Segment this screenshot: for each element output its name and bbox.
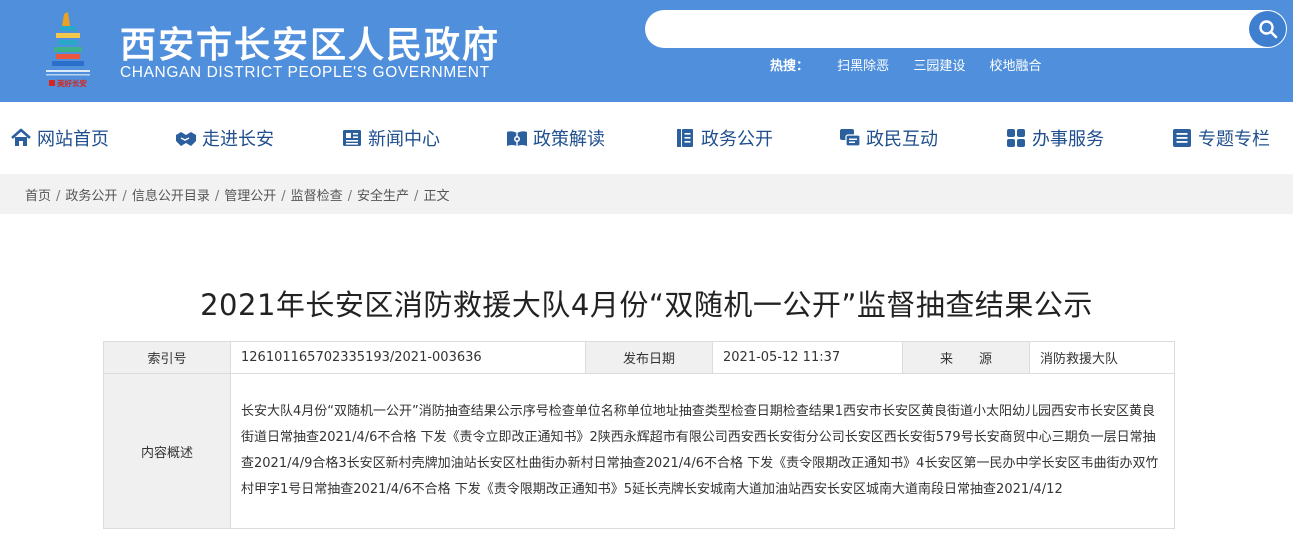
nav-label-about: 走进长安 [202, 129, 274, 150]
index-value: 126101165702335193/2021-003636 [230, 341, 586, 374]
search-input[interactable] [665, 10, 1225, 48]
search-button[interactable] [1249, 11, 1286, 47]
nav-item-about[interactable]: 走进长安 [175, 126, 274, 150]
document-icon [677, 129, 693, 147]
nav-label-policy: 政策解读 [533, 129, 605, 150]
nav-label-home: 网站首页 [37, 129, 109, 150]
breadcrumb-separator: / [414, 189, 419, 204]
home-icon [11, 128, 31, 146]
nav-item-topics[interactable]: 专题专栏 [1171, 126, 1270, 150]
source-label: 来 源 [902, 341, 1030, 374]
hot-link-2[interactable]: 三园建设 [913, 55, 965, 74]
search-box [645, 10, 1287, 48]
main-nav: 网站首页 走进长安 新闻中心 政策解读 政务公开 政民互动 办事服务 专题专栏 [0, 102, 1293, 174]
article-title: 2021年长安区消防救援大队4月份“双随机一公开”监督抽查结果公示 [200, 288, 1093, 322]
nav-item-news[interactable]: 新闻中心 [341, 126, 440, 150]
date-value: 2021-05-12 11:37 [712, 341, 903, 374]
article-info-table: 索引号 126101165702335193/2021-003636 发布日期 … [103, 341, 1175, 529]
source-value: 消防救援大队 [1029, 341, 1175, 374]
nav-label-topics: 专题专栏 [1198, 129, 1270, 150]
summary-label: 内容概述 [103, 373, 231, 529]
breadcrumb-bar: 首页 / 政务公开 / 信息公开目录 / 管理公开 / 监督检查 / 安全生产 / 正文 [0, 174, 1293, 214]
breadcrumb-separator: / [56, 189, 61, 204]
breadcrumb-affairs[interactable]: 政务公开 [65, 185, 117, 204]
breadcrumb-supervision[interactable]: 监督检查 [291, 185, 343, 204]
index-label: 索引号 [103, 341, 231, 374]
nav-item-services[interactable]: 办事服务 [1005, 126, 1104, 150]
hot-link-3[interactable]: 校地融合 [989, 55, 1041, 74]
nav-item-home[interactable]: 网站首页 [10, 126, 109, 150]
nav-label-interaction: 政民互动 [866, 129, 938, 150]
breadcrumb-home[interactable]: 首页 [25, 185, 51, 204]
handshake-icon [176, 132, 196, 146]
breadcrumb: 首页 / 政务公开 / 信息公开目录 / 管理公开 / 监督检查 / 安全生产 / 正文 [25, 185, 449, 204]
hot-search-row: 热搜： 扫黑除恶 三园建设 校地融合 [770, 55, 1061, 74]
nav-label-affairs: 政务公开 [701, 129, 773, 150]
table-row: 索引号 126101165702335193/2021-003636 发布日期 … [103, 341, 1175, 374]
site-title: 西安市长安区人民政府 [120, 24, 501, 66]
breadcrumb-separator: / [347, 189, 353, 204]
breadcrumb-management[interactable]: 管理公开 [224, 185, 276, 204]
hot-link-1[interactable]: 扫黑除恶 [837, 55, 889, 74]
search-icon [1258, 20, 1277, 39]
hot-search-label: 热搜： [770, 59, 810, 74]
grid-icon [1007, 129, 1025, 147]
nav-item-interaction[interactable]: 政民互动 [839, 126, 938, 150]
date-label: 发布日期 [585, 341, 713, 374]
book-icon [507, 131, 527, 146]
nav-item-policy[interactable]: 政策解读 [506, 126, 605, 150]
breadcrumb-safety[interactable]: 安全生产 [357, 185, 409, 204]
district-logo-icon[interactable]: 美好长安 [40, 12, 96, 88]
breadcrumb-current: 正文 [423, 189, 450, 204]
chat-icon [840, 129, 861, 147]
site-header: 美好长安 西安市长安区人民政府 CHANGAN DISTRICT PEOPLE'… [0, 0, 1293, 102]
breadcrumb-separator: / [122, 189, 127, 204]
breadcrumb-separator: / [281, 189, 286, 204]
site-subtitle: CHANGAN DISTRICT PEOPLE'S GOVERNMENT [120, 64, 490, 81]
table-row: 内容概述 长安大队4月份“双随机一公开”消防抽查结果公示序号检查单位名称单位地址… [103, 373, 1175, 529]
breadcrumb-separator: / [214, 189, 220, 204]
nav-item-affairs[interactable]: 政务公开 [674, 126, 773, 150]
summary-value: 长安大队4月份“双随机一公开”消防抽查结果公示序号检查单位名称单位地址抽查类型检… [230, 373, 1175, 529]
breadcrumb-catalog[interactable]: 信息公开目录 [132, 185, 210, 204]
newspaper-icon [343, 130, 361, 146]
nav-label-services: 办事服务 [1032, 129, 1104, 150]
nav-label-news: 新闻中心 [368, 129, 440, 150]
svg-text:美好长安: 美好长安 [57, 78, 87, 88]
list-icon [1173, 129, 1191, 147]
